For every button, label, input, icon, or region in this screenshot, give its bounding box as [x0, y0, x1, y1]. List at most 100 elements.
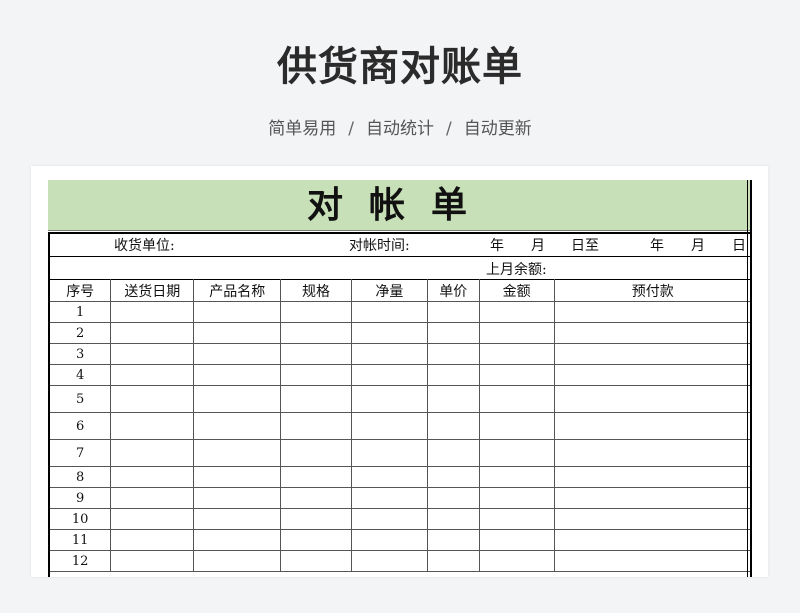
table-cell	[280, 322, 352, 344]
table-row: 9	[48, 487, 752, 509]
sheet-title: 对帐单	[48, 180, 752, 231]
row-index-cell: 2	[48, 322, 112, 344]
table-cell	[350, 364, 428, 386]
row-index-cell: 1	[48, 301, 112, 323]
feature-auto-stats: 自动统计	[366, 119, 434, 139]
table-cell	[110, 508, 195, 530]
row-index-cell: 10	[48, 508, 112, 530]
col-header-spec: 规格	[280, 279, 352, 302]
table-cell	[193, 508, 282, 530]
table-row: 6	[48, 412, 752, 440]
statement-table: 序号 送货日期 产品名称 规格 净量 单价 金额 预付款 1 2 3 4 5 6 7 8 9 10…	[48, 279, 752, 572]
table-cell	[280, 343, 352, 365]
table-cell	[350, 412, 428, 440]
col-header-net-weight: 净量	[350, 279, 428, 302]
sheet-preview-card: 对帐单 收货单位: 对帐时间: 年 月 日至 年 月 日 上月余额: 序号 送货…	[31, 166, 768, 577]
table-cell	[280, 412, 352, 440]
table-cell	[110, 412, 195, 440]
sheet-left-border	[48, 232, 50, 577]
table-row: 3	[48, 343, 752, 365]
table-cell	[478, 487, 555, 509]
table-cell	[193, 301, 282, 323]
table-cell	[478, 466, 555, 488]
table-cell	[280, 487, 352, 509]
table-cell	[110, 439, 195, 467]
col-header-unit-price: 单价	[426, 279, 480, 302]
table-cell	[426, 301, 480, 323]
col-header-product-name: 产品名称	[193, 279, 282, 302]
table-cell	[350, 301, 428, 323]
table-row: 4	[48, 364, 752, 386]
table-header-row: 序号 送货日期 产品名称 规格 净量 单价 金额 预付款	[48, 279, 752, 302]
table-cell	[426, 550, 480, 572]
table-row: 8	[48, 466, 752, 488]
col-header-prepayment: 预付款	[553, 279, 752, 302]
table-cell	[110, 550, 195, 572]
month-label-2: 月	[691, 238, 705, 254]
table-cell	[350, 508, 428, 530]
table-cell	[426, 487, 480, 509]
day-label-2: 日	[732, 238, 746, 254]
separator: /	[348, 119, 354, 139]
row-index-cell: 5	[48, 385, 112, 413]
table-cell	[280, 364, 352, 386]
table-cell	[110, 529, 195, 551]
table-cell	[280, 550, 352, 572]
table-cell	[193, 550, 282, 572]
table-cell	[426, 412, 480, 440]
day-to-label: 日至	[571, 238, 599, 254]
table-row: 5	[48, 385, 752, 413]
row-index-cell: 12	[48, 550, 112, 572]
row-index-cell: 6	[48, 412, 112, 440]
statement-sheet: 对帐单 收货单位: 对帐时间: 年 月 日至 年 月 日 上月余额: 序号 送货…	[48, 180, 752, 577]
table-cell	[193, 385, 282, 413]
table-cell	[110, 385, 195, 413]
row-index-cell: 4	[48, 364, 112, 386]
table-row: 1	[48, 301, 752, 323]
table-cell	[193, 412, 282, 440]
table-cell	[193, 364, 282, 386]
table-cell	[478, 385, 555, 413]
table-cell	[193, 343, 282, 365]
table-cell	[553, 322, 752, 344]
table-cell	[193, 487, 282, 509]
table-cell	[350, 550, 428, 572]
table-cell	[478, 508, 555, 530]
table-cell	[426, 343, 480, 365]
table-cell	[193, 439, 282, 467]
feature-auto-update: 自动更新	[463, 119, 532, 139]
month-label: 月	[531, 238, 545, 254]
table-row: 2	[48, 322, 752, 344]
table-row: 7	[48, 439, 752, 467]
sheet-right-border-outer	[750, 180, 752, 577]
table-cell	[426, 466, 480, 488]
table-cell	[553, 364, 752, 386]
table-cell	[553, 487, 752, 509]
table-cell	[193, 529, 282, 551]
table-cell	[553, 301, 752, 323]
table-cell	[426, 364, 480, 386]
table-cell	[426, 385, 480, 413]
info-top-border	[48, 232, 752, 234]
table-cell	[553, 508, 752, 530]
table-cell	[110, 364, 195, 386]
row-index-cell: 11	[48, 529, 112, 551]
table-cell	[110, 487, 195, 509]
receiver-label: 收货单位:	[114, 238, 175, 254]
table-cell	[553, 529, 752, 551]
table-cell	[478, 550, 555, 572]
table-cell	[280, 385, 352, 413]
prev-balance-label: 上月余额:	[486, 262, 547, 278]
sheet-right-border-inner	[747, 180, 748, 577]
info-divider	[48, 256, 752, 257]
table-cell	[478, 343, 555, 365]
table-cell	[426, 322, 480, 344]
col-header-amount: 金额	[478, 279, 555, 302]
table-cell	[280, 529, 352, 551]
year-label: 年	[490, 238, 504, 254]
table-cell	[280, 301, 352, 323]
table-cell	[553, 550, 752, 572]
year-label-2: 年	[650, 238, 664, 254]
table-cell	[193, 466, 282, 488]
table-cell	[350, 343, 428, 365]
